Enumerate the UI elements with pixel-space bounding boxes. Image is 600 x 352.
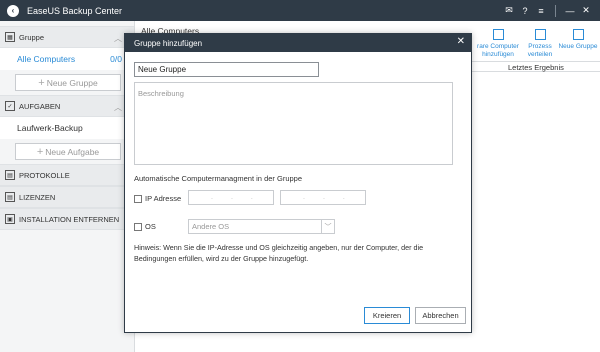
auto-management-label: Automatische Computermanagment in der Gr… bbox=[134, 174, 303, 183]
sidebar-item-label: Laufwerk-Backup bbox=[17, 123, 83, 133]
distribute-process-button[interactable]: Prozess verteilen bbox=[520, 29, 560, 59]
cancel-button[interactable]: Abbrechen bbox=[415, 307, 466, 324]
computer-add-icon bbox=[492, 29, 504, 40]
sidebar-item-drive-backup[interactable]: Laufwerk-Backup bbox=[0, 117, 134, 139]
add-computer-label: rare Computer hinzufügen bbox=[477, 43, 519, 58]
dialog-titlebar: Gruppe hinzufügen ✕ bbox=[125, 34, 471, 52]
ip-checkbox-label: IP Adresse bbox=[145, 194, 182, 203]
dialog-title: Gruppe hinzufügen bbox=[134, 38, 203, 48]
sidebar-item-label: LIZENZEN bbox=[19, 192, 56, 202]
group-name-input[interactable]: Neue Gruppe bbox=[134, 62, 319, 77]
close-icon[interactable]: ✕ bbox=[578, 0, 594, 21]
new-group-label: Neue Gruppe bbox=[46, 77, 98, 88]
new-group-button[interactable]: + Neue Gruppe bbox=[15, 74, 121, 91]
os-select[interactable]: Andere OS ﹀ bbox=[188, 219, 335, 234]
app-logo-icon: ‹ bbox=[7, 4, 19, 17]
help-icon[interactable]: ? bbox=[517, 0, 533, 21]
ip-checkbox-row[interactable]: IP Adresse bbox=[134, 194, 181, 203]
os-checkbox[interactable] bbox=[134, 222, 142, 231]
new-task-label: Neue Aufgabe bbox=[45, 146, 100, 157]
uninstall-icon: ▣ bbox=[5, 214, 15, 224]
add-group-dialog: Gruppe hinzufügen ✕ Neue Gruppe Beschrei… bbox=[124, 33, 472, 333]
computer-count: 0/0 bbox=[110, 54, 122, 64]
sidebar-item-label: PROTOKOLLE bbox=[19, 170, 70, 180]
sidebar-item-uninstall[interactable]: ▣ INSTALLATION ENTFERNEN bbox=[0, 208, 134, 230]
distribute-process-label: Prozess verteilen bbox=[527, 43, 553, 58]
checkbox-icon: ✓ bbox=[5, 101, 15, 111]
close-icon[interactable]: ✕ bbox=[457, 37, 465, 47]
column-last-result[interactable]: Letztes Ergebnis bbox=[508, 63, 564, 72]
mail-icon[interactable]: ✉ bbox=[501, 0, 517, 21]
sidebar-item-all-computers[interactable]: Alle Computers 0/0 bbox=[0, 48, 134, 70]
table-header: Letztes Ergebnis bbox=[470, 61, 600, 72]
sidebar-section-tasks-label: AUFGABEN bbox=[19, 101, 61, 111]
new-group-tool-label: Neue Gruppe bbox=[558, 43, 598, 50]
sidebar-section-group-label: Gruppe bbox=[19, 32, 45, 42]
app-title: EaseUS Backup Center bbox=[27, 5, 123, 16]
sidebar: ▦ Gruppe ︿ Alle Computers 0/0 + Neue Gru… bbox=[0, 21, 135, 352]
sidebar-item-protocols[interactable]: ▤ PROTOKOLLE bbox=[0, 164, 134, 186]
group-add-icon bbox=[572, 29, 584, 40]
sidebar-section-tasks[interactable]: ✓ AUFGABEN ︿ bbox=[0, 95, 134, 117]
log-icon: ▤ bbox=[5, 170, 15, 180]
sidebar-item-licenses[interactable]: ▤ LIZENZEN bbox=[0, 186, 134, 208]
grid-icon: ▦ bbox=[5, 32, 15, 42]
sidebar-item-label: INSTALLATION ENTFERNEN bbox=[19, 214, 120, 224]
new-task-button[interactable]: + Neue Aufgabe bbox=[15, 143, 121, 160]
ip-start-field[interactable]: ... bbox=[188, 190, 274, 205]
distribute-icon bbox=[534, 29, 546, 40]
titlebar-divider bbox=[555, 4, 556, 17]
ip-checkbox[interactable] bbox=[134, 194, 142, 203]
app-titlebar: ‹ EaseUS Backup Center ✉ ? ≡ — ✕ bbox=[0, 0, 600, 21]
chevron-down-icon[interactable]: ﹀ bbox=[321, 220, 334, 233]
window-controls: ✉ ? ≡ — ✕ bbox=[501, 0, 600, 21]
license-icon: ▤ bbox=[5, 192, 15, 202]
sidebar-section-group[interactable]: ▦ Gruppe ︿ bbox=[0, 26, 134, 48]
new-group-tool-button[interactable]: Neue Gruppe bbox=[557, 29, 599, 51]
os-checkbox-row[interactable]: OS bbox=[134, 222, 156, 231]
menu-icon[interactable]: ≡ bbox=[533, 0, 549, 21]
sidebar-item-label: Alle Computers bbox=[17, 54, 76, 64]
os-select-value: Andere OS bbox=[192, 222, 230, 231]
add-computer-button[interactable]: rare Computer hinzufügen bbox=[474, 29, 522, 59]
minimize-icon[interactable]: — bbox=[562, 0, 578, 21]
os-checkbox-label: OS bbox=[145, 222, 156, 231]
create-button[interactable]: Kreieren bbox=[364, 307, 410, 324]
plus-icon: + bbox=[38, 76, 45, 89]
chevron-up-icon[interactable]: ︿ bbox=[114, 33, 122, 44]
plus-icon: + bbox=[36, 145, 44, 158]
chevron-up-icon[interactable]: ︿ bbox=[114, 102, 122, 113]
hint-text: Hinweis: Wenn Sie die IP-Adresse und OS … bbox=[134, 243, 424, 263]
description-textarea[interactable]: Beschreibung bbox=[134, 82, 453, 165]
ip-end-field[interactable]: ... bbox=[280, 190, 366, 205]
